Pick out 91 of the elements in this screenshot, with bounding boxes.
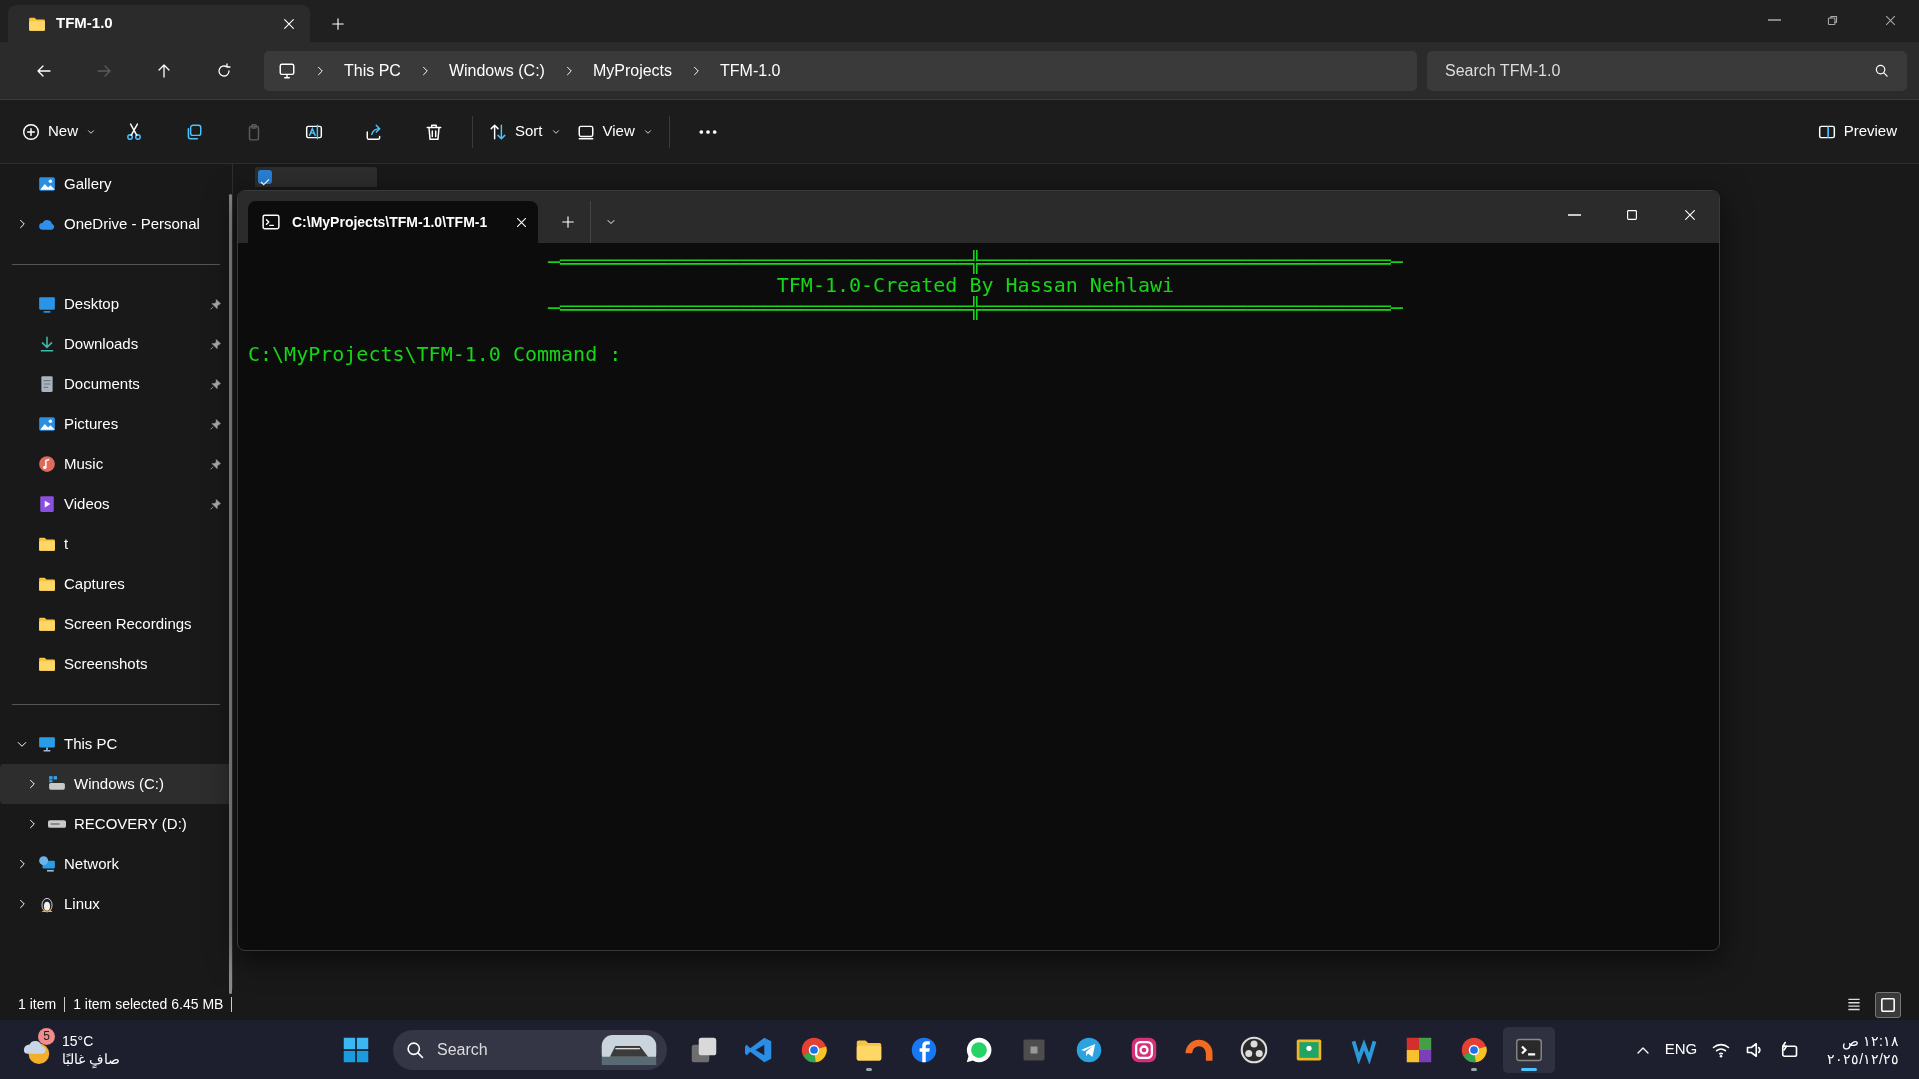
close-icon bbox=[282, 16, 296, 31]
computer-icon bbox=[38, 735, 56, 753]
square-icon bbox=[1879, 995, 1897, 1014]
breadcrumb-item[interactable]: Windows (C:) bbox=[448, 58, 545, 83]
color-tiles-icon bbox=[1405, 1035, 1433, 1064]
close-tab-button[interactable] bbox=[282, 16, 296, 31]
file-size: 6.45 MB bbox=[171, 995, 224, 1014]
minimize-icon bbox=[1767, 19, 1781, 21]
selection-info: 1 item selected bbox=[73, 995, 168, 1014]
sidebar-item[interactable]: Documents bbox=[0, 364, 232, 404]
folder-icon bbox=[38, 575, 56, 593]
address-bar[interactable]: This PC Windows (C:) MyProjects TFM-1.0 bbox=[264, 50, 1417, 91]
breadcrumb-item[interactable]: This PC bbox=[344, 58, 401, 83]
ring-icon bbox=[800, 1035, 828, 1064]
breadcrumb-item[interactable]: TFM-1.0 bbox=[720, 58, 781, 83]
close-icon bbox=[1683, 208, 1697, 222]
close-icon bbox=[1883, 13, 1897, 27]
clock-date[interactable]: ٢٠٢٥/١٢/٢٥ bbox=[1827, 1049, 1899, 1068]
picture-icon bbox=[38, 415, 56, 433]
ribbon-icon bbox=[745, 1035, 773, 1064]
scrollbar[interactable] bbox=[229, 194, 232, 994]
new-button[interactable]: New bbox=[14, 111, 104, 152]
window-tab[interactable]: TFM-1.0 bbox=[8, 5, 310, 42]
restore-icon bbox=[1825, 13, 1839, 27]
folder-icon bbox=[38, 655, 56, 673]
sidebar-item[interactable]: OneDrive - Personal bbox=[0, 204, 232, 244]
video-icon bbox=[38, 495, 56, 513]
banner-title: TFM-1.0-Created By Hassan Nehlawi bbox=[776, 274, 1175, 297]
preview-button[interactable]: Preview bbox=[1809, 111, 1905, 152]
status-divider bbox=[231, 997, 233, 1012]
taskbar-app[interactable] bbox=[1503, 1026, 1555, 1073]
search-icon bbox=[405, 1039, 425, 1060]
console-icon bbox=[262, 213, 280, 231]
camera-icon bbox=[1130, 1035, 1158, 1064]
battery-icon[interactable] bbox=[1779, 1039, 1800, 1060]
sidebar-item[interactable]: Downloads bbox=[0, 324, 232, 364]
picture-icon bbox=[38, 175, 56, 193]
sidebar-item[interactable]: Windows (C:) bbox=[0, 764, 232, 804]
plus-icon bbox=[561, 215, 575, 229]
file-thumbnail[interactable] bbox=[255, 167, 377, 187]
stacked-squares-icon bbox=[690, 1035, 718, 1064]
breadcrumb-item[interactable]: MyProjects bbox=[592, 58, 673, 83]
windows-logo-icon bbox=[342, 1035, 370, 1064]
sidebar-item[interactable]: RECOVERY (D:) bbox=[0, 804, 232, 844]
folder-icon bbox=[38, 615, 56, 633]
arc-icon bbox=[1185, 1038, 1213, 1061]
aperture-icon bbox=[1240, 1035, 1268, 1064]
document-icon bbox=[38, 375, 56, 393]
close-tab-button[interactable] bbox=[515, 215, 528, 229]
network-icon bbox=[38, 855, 56, 873]
sidebar-item[interactable]: Music bbox=[0, 444, 232, 484]
desktop-icon bbox=[38, 295, 56, 313]
tab-title: C:\MyProjects\TFM-1.0\TFM-1 bbox=[292, 212, 489, 232]
minimize-icon bbox=[1567, 214, 1581, 216]
round-app-icon bbox=[910, 1035, 938, 1064]
checkbox[interactable] bbox=[258, 170, 272, 184]
item-count: 1 item bbox=[18, 995, 57, 1014]
tab-title: TFM-1.0 bbox=[56, 13, 114, 34]
view-button[interactable]: View bbox=[568, 111, 661, 152]
folder-icon bbox=[38, 535, 56, 553]
banner-rule: ─══════════════════════════════════╬══════════════════════════════════─ bbox=[548, 297, 1403, 320]
sidebar-item[interactable]: Desktop bbox=[0, 284, 232, 324]
maximize-icon bbox=[1625, 208, 1639, 222]
weather-condition: صافٍ غالبًا bbox=[62, 1049, 120, 1068]
notification-badge: 5 bbox=[38, 1027, 55, 1045]
sidebar-item[interactable]: Gallery bbox=[0, 164, 232, 204]
sidebar-item[interactable]: This PC bbox=[0, 724, 232, 764]
clock-time[interactable]: ١٢:١٨ ص bbox=[1842, 1031, 1899, 1050]
penguin-icon bbox=[38, 895, 56, 913]
close-icon bbox=[515, 215, 528, 229]
ring-icon bbox=[1460, 1035, 1488, 1064]
search-field[interactable]: Search TFM-1.0 bbox=[1427, 50, 1907, 91]
music-icon bbox=[38, 455, 56, 473]
search-icon bbox=[1874, 62, 1889, 78]
banner-rule: ─══════════════════════════════════╬══════════════════════════════════─ bbox=[548, 251, 1403, 274]
language-indicator[interactable]: ENG bbox=[1664, 1038, 1698, 1061]
sidebar-item[interactable]: Network bbox=[0, 844, 232, 884]
drive-icon bbox=[48, 775, 66, 793]
drive-icon bbox=[48, 820, 66, 828]
paper-plane-icon bbox=[1075, 1035, 1103, 1064]
status-divider bbox=[64, 997, 66, 1012]
plus-icon bbox=[331, 16, 345, 31]
sidebar-item[interactable]: Videos bbox=[0, 484, 232, 524]
download-icon bbox=[38, 335, 56, 353]
sort-button[interactable]: Sort bbox=[481, 111, 569, 152]
speech-bubble-icon bbox=[965, 1035, 993, 1064]
terminal-tab[interactable]: C:\MyProjects\TFM-1.0\TFM-1 bbox=[248, 201, 538, 243]
command-prompt: C:\MyProjects\TFM-1.0 Command : bbox=[248, 343, 622, 366]
tiles-view-button[interactable] bbox=[1875, 991, 1901, 1018]
temperature: 15°C bbox=[62, 1031, 95, 1050]
monitor-icon bbox=[278, 61, 296, 80]
